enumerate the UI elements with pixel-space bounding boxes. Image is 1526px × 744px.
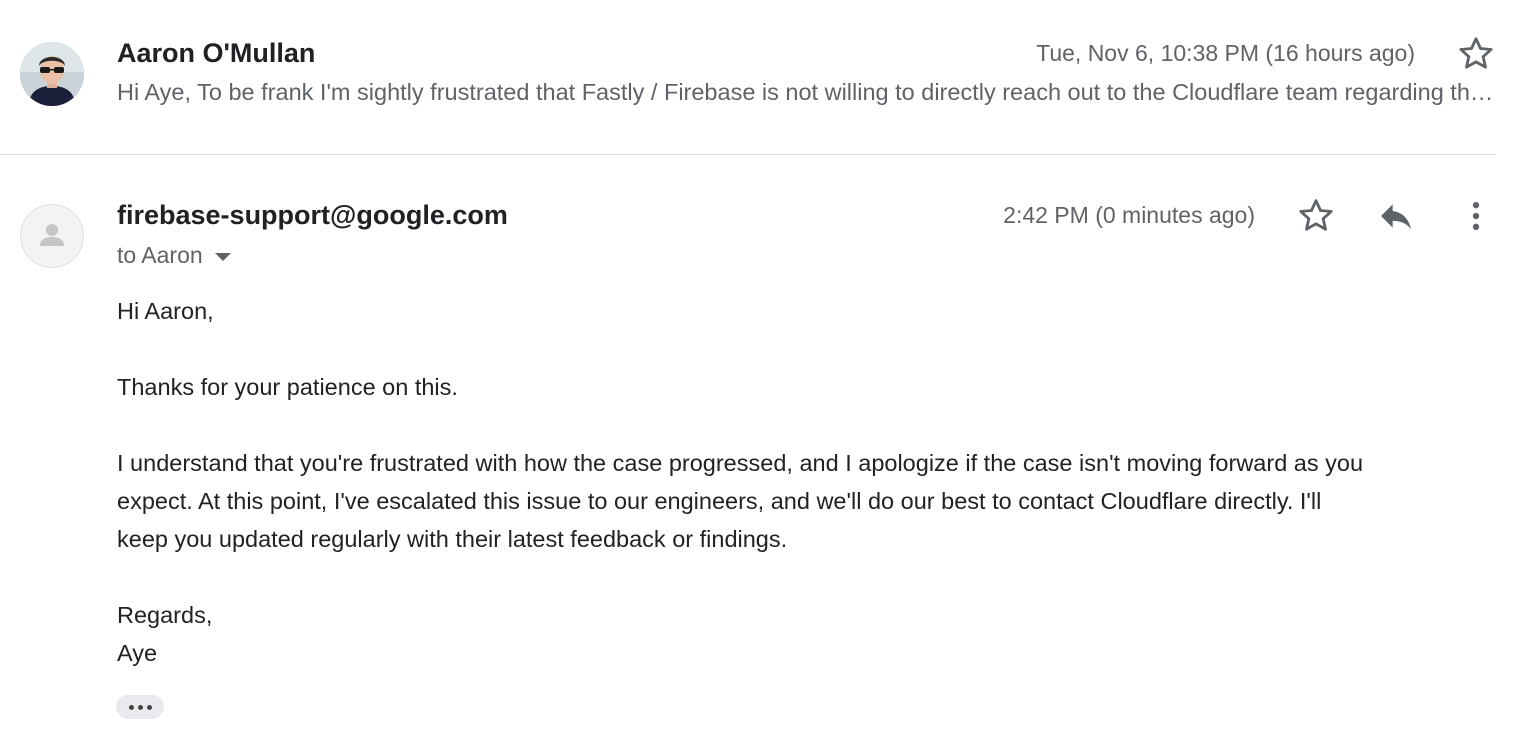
body-paragraph-line: I understand that you're frustrated with… [117, 450, 1364, 476]
email-thread: Aaron O'Mullan Tue, Nov 6, 10:38 PM (16 … [0, 0, 1526, 744]
sender-avatar[interactable] [20, 42, 84, 106]
sender-avatar[interactable] [20, 204, 84, 268]
star-button[interactable] [1456, 34, 1496, 74]
body-signature: Aye [117, 640, 158, 666]
reply-icon [1381, 204, 1411, 230]
message-date: Tue, Nov 6, 10:38 PM (16 hours ago) [1036, 40, 1415, 66]
user-photo-avatar-icon [20, 42, 84, 106]
more-vert-icon [1472, 202, 1480, 230]
star-button[interactable] [1296, 196, 1336, 236]
ellipsis-icon [128, 704, 134, 710]
collapsed-message[interactable]: Aaron O'Mullan Tue, Nov 6, 10:38 PM (16 … [0, 0, 1526, 156]
default-person-avatar-icon [40, 224, 64, 246]
recipients-dropdown[interactable]: to Aaron [117, 242, 231, 269]
star-outline-icon [1459, 37, 1493, 69]
reply-button[interactable] [1376, 196, 1416, 236]
body-paragraph: Thanks for your patience on this. [117, 374, 458, 400]
message-body: Hi Aaron, Thanks for your patience on th… [117, 292, 1507, 672]
chevron-down-icon [214, 252, 231, 261]
show-trimmed-content-button[interactable] [116, 695, 164, 719]
message-snippet: Hi Aye, To be frank I'm sightly frustrat… [117, 79, 1495, 105]
more-options-button[interactable] [1456, 196, 1496, 236]
message-divider [0, 154, 1496, 155]
body-paragraph-line: expect. At this point, I've escalated th… [117, 488, 1322, 514]
recipients-label: to Aaron [117, 242, 203, 268]
star-outline-icon [1299, 199, 1333, 231]
body-closing: Regards, [117, 602, 213, 628]
body-paragraph-line: keep you updated regularly with their la… [117, 526, 788, 552]
message-date: 2:42 PM (0 minutes ago) [1003, 202, 1255, 228]
body-greeting: Hi Aaron, [117, 298, 214, 324]
sender-email: firebase-support@google.com [117, 200, 508, 230]
sender-name: Aaron O'Mullan [117, 38, 316, 68]
